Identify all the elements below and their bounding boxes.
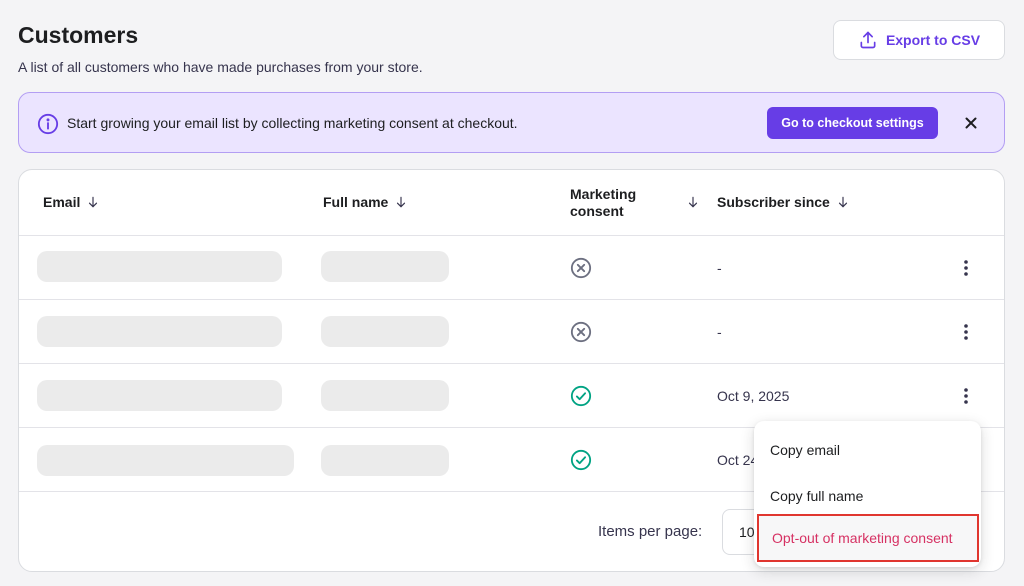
kebab-menu-icon[interactable] bbox=[956, 320, 976, 344]
column-header-email[interactable]: Email bbox=[43, 194, 100, 210]
table-row[interactable]: - bbox=[19, 300, 1004, 364]
arrow-down-icon[interactable] bbox=[686, 195, 700, 209]
page-subtitle: A list of all customers who have made pu… bbox=[18, 59, 423, 75]
full-name-placeholder bbox=[321, 316, 449, 347]
arrow-down-icon bbox=[838, 196, 847, 208]
export-csv-label: Export to CSV bbox=[885, 32, 981, 48]
table-row[interactable]: - bbox=[19, 236, 1004, 300]
arrow-down-icon bbox=[89, 196, 98, 208]
export-csv-button[interactable]: Export to CSV bbox=[833, 20, 1005, 60]
check-circle-icon bbox=[570, 449, 592, 471]
table-header: Email Full name Marketing consent Subscr… bbox=[19, 170, 1004, 236]
upload-icon bbox=[860, 31, 876, 49]
copy-email-menu-item[interactable]: Copy email bbox=[770, 442, 840, 458]
items-per-page-value: 10 bbox=[739, 524, 755, 540]
kebab-menu-icon[interactable] bbox=[956, 384, 976, 408]
copy-full-name-menu-item[interactable]: Copy full name bbox=[770, 488, 863, 504]
email-placeholder bbox=[37, 316, 282, 347]
column-header-label: Marketing consent bbox=[570, 186, 637, 219]
column-header-label: Full name bbox=[323, 194, 389, 210]
page-title: Customers bbox=[18, 22, 139, 48]
kebab-menu-icon[interactable] bbox=[956, 256, 976, 280]
full-name-placeholder bbox=[321, 251, 449, 282]
subscriber-since-value: Oct 24 bbox=[717, 452, 759, 468]
email-placeholder bbox=[37, 251, 282, 282]
subscriber-since-value: - bbox=[717, 260, 722, 276]
subscriber-since-value: - bbox=[717, 324, 722, 340]
table-row[interactable]: Oct 9, 2025 bbox=[19, 364, 1004, 428]
x-circle-icon bbox=[570, 257, 592, 279]
email-placeholder bbox=[37, 445, 294, 476]
full-name-placeholder bbox=[321, 380, 449, 411]
column-header-label: Subscriber since bbox=[717, 194, 830, 210]
close-icon[interactable] bbox=[962, 114, 980, 132]
column-header-subscriber-since[interactable]: Subscriber since bbox=[717, 194, 850, 210]
items-per-page-label: Items per page: bbox=[598, 523, 703, 540]
column-header-label: Email bbox=[43, 194, 81, 210]
arrow-down-icon bbox=[397, 196, 406, 208]
column-header-full-name[interactable]: Full name bbox=[323, 194, 408, 210]
email-placeholder bbox=[37, 380, 282, 411]
row-actions-menu: Copy email Copy full name Opt-out of mar… bbox=[754, 421, 981, 567]
info-circle-icon bbox=[37, 113, 59, 135]
marketing-consent-banner: Start growing your email list by collect… bbox=[18, 92, 1005, 153]
check-circle-icon bbox=[570, 385, 592, 407]
banner-message: Start growing your email list by collect… bbox=[67, 115, 518, 131]
column-header-marketing-consent[interactable]: Marketing consent bbox=[570, 186, 650, 220]
full-name-placeholder bbox=[321, 445, 449, 476]
go-to-checkout-settings-button[interactable]: Go to checkout settings bbox=[767, 107, 938, 139]
subscriber-since-value: Oct 9, 2025 bbox=[717, 388, 790, 404]
x-circle-icon bbox=[570, 321, 592, 343]
opt-out-marketing-consent-menu-item[interactable]: Opt-out of marketing consent bbox=[757, 514, 979, 562]
